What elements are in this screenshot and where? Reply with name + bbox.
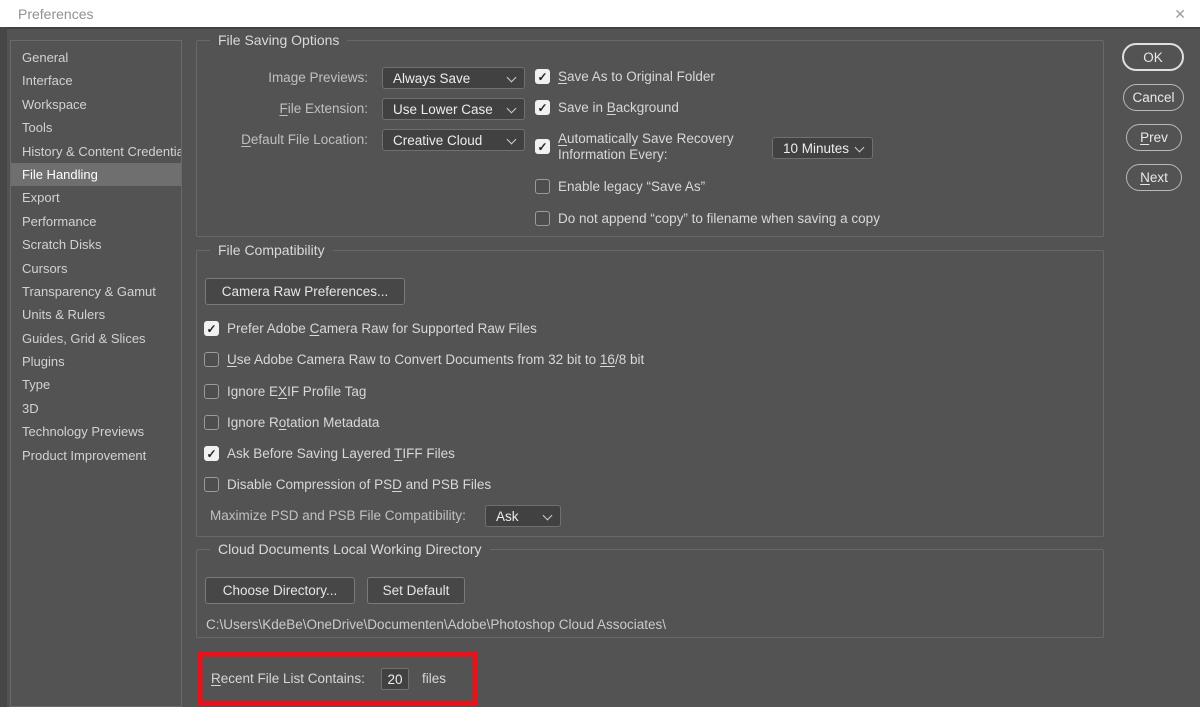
default-file-location-value: Creative Cloud bbox=[393, 132, 483, 148]
chevron-down-icon bbox=[506, 134, 517, 145]
checkbox-label: Save As to Original Folder bbox=[558, 69, 715, 84]
dialog-title: Preferences bbox=[18, 5, 94, 22]
sidebar-item-export[interactable]: Export bbox=[11, 186, 181, 209]
checkbox-box[interactable] bbox=[204, 352, 219, 368]
file-extension-select[interactable]: Use Lower Case bbox=[382, 98, 525, 120]
checkbox-save-in-background[interactable]: Save in Background bbox=[535, 100, 679, 116]
cloud-directory-path: C:\Users\KdeBe\OneDrive\Documenten\Adobe… bbox=[206, 617, 667, 632]
camera-raw-preferences-button[interactable]: Camera Raw Preferences... bbox=[205, 278, 405, 305]
chevron-down-icon bbox=[506, 103, 517, 114]
checkbox-label: Ignore EXIF Profile Tag bbox=[227, 384, 367, 399]
cloud-documents-legend: Cloud Documents Local Working Directory bbox=[210, 541, 490, 557]
choose-directory-button[interactable]: Choose Directory... bbox=[205, 577, 355, 604]
checkbox-box[interactable] bbox=[204, 321, 219, 337]
sidebar-item-product-improvement[interactable]: Product Improvement bbox=[11, 444, 181, 467]
checkbox-disable-compression-psd[interactable]: Disable Compression of PSD and PSB Files bbox=[204, 477, 491, 493]
sidebar-item-file-handling[interactable]: File Handling bbox=[11, 162, 181, 187]
file-saving-options-legend: File Saving Options bbox=[210, 32, 348, 48]
prev-button[interactable]: Prev bbox=[1126, 124, 1182, 151]
checkbox-label: Enable legacy “Save As” bbox=[558, 179, 706, 194]
default-file-location-select[interactable]: Creative Cloud bbox=[382, 129, 525, 151]
checkbox-auto-save-recovery[interactable]: Automatically Save Recovery Information … bbox=[535, 131, 767, 162]
maximize-psd-compatibility-value: Ask bbox=[496, 508, 519, 524]
chevron-down-icon bbox=[542, 510, 553, 521]
sidebar-item-technology-previews[interactable]: Technology Previews bbox=[11, 420, 181, 443]
file-extension-value: Use Lower Case bbox=[393, 101, 493, 117]
checkbox-box[interactable] bbox=[535, 139, 550, 154]
title-bar: Preferences ✕ bbox=[0, 0, 1200, 27]
sidebar-item-scratch-disks[interactable]: Scratch Disks bbox=[11, 233, 181, 256]
checkbox-use-camera-raw-convert[interactable]: Use Adobe Camera Raw to Convert Document… bbox=[204, 352, 644, 368]
window-left-edge bbox=[0, 27, 7, 707]
checkbox-prefer-adobe-camera-raw[interactable]: Prefer Adobe Camera Raw for Supported Ra… bbox=[204, 321, 537, 337]
preferences-sidebar: General Interface Workspace Tools Histor… bbox=[10, 40, 182, 707]
checkbox-label: Use Adobe Camera Raw to Convert Document… bbox=[227, 352, 645, 367]
checkbox-ignore-exif-profile-tag[interactable]: Ignore EXIF Profile Tag bbox=[204, 384, 366, 400]
checkbox-box[interactable] bbox=[204, 415, 219, 431]
checkbox-box[interactable] bbox=[535, 179, 550, 195]
sidebar-item-3d[interactable]: 3D bbox=[11, 397, 181, 420]
sidebar-item-transparency-gamut[interactable]: Transparency & Gamut bbox=[11, 280, 181, 303]
sidebar-item-workspace[interactable]: Workspace bbox=[11, 93, 181, 116]
close-icon[interactable]: ✕ bbox=[1174, 7, 1186, 21]
file-extension-label: File Extension: bbox=[279, 101, 368, 116]
checkbox-box[interactable] bbox=[535, 100, 550, 116]
checkbox-enable-legacy-save-as[interactable]: Enable legacy “Save As” bbox=[535, 179, 705, 195]
checkbox-do-not-append-copy[interactable]: Do not append “copy” to filename when sa… bbox=[535, 211, 880, 227]
checkbox-label: Prefer Adobe Camera Raw for Supported Ra… bbox=[227, 321, 537, 336]
maximize-psd-compatibility-select[interactable]: Ask bbox=[485, 505, 561, 527]
next-button[interactable]: Next bbox=[1126, 164, 1182, 191]
sidebar-item-plugins[interactable]: Plugins bbox=[11, 350, 181, 373]
checkbox-box[interactable] bbox=[535, 69, 550, 85]
checkbox-label: Ignore Rotation Metadata bbox=[227, 415, 380, 430]
sidebar-item-tools[interactable]: Tools bbox=[11, 116, 181, 139]
image-previews-select[interactable]: Always Save bbox=[382, 67, 525, 89]
checkbox-label: Disable Compression of PSD and PSB Files bbox=[227, 477, 492, 492]
chevron-down-icon bbox=[506, 72, 517, 83]
sidebar-item-history-content-credentials[interactable]: History & Content Credentials bbox=[11, 140, 181, 163]
sidebar-item-general[interactable]: General bbox=[11, 46, 181, 69]
sidebar-item-units-rulers[interactable]: Units & Rulers bbox=[11, 303, 181, 326]
red-highlight-annotation bbox=[198, 652, 478, 706]
checkbox-box[interactable] bbox=[535, 211, 550, 227]
image-previews-value: Always Save bbox=[393, 70, 471, 86]
maximize-psd-compatibility-label: Maximize PSD and PSB File Compatibility: bbox=[210, 508, 466, 523]
checkbox-label: Save in Background bbox=[558, 100, 679, 115]
cancel-button[interactable]: Cancel bbox=[1123, 84, 1184, 111]
sidebar-item-interface[interactable]: Interface bbox=[11, 69, 181, 92]
checkbox-label: Do not append “copy” to filename when sa… bbox=[558, 211, 880, 226]
auto-save-interval-select[interactable]: 10 Minutes bbox=[772, 137, 873, 159]
sidebar-item-performance[interactable]: Performance bbox=[11, 210, 181, 233]
set-default-button[interactable]: Set Default bbox=[367, 577, 465, 604]
file-compatibility-legend: File Compatibility bbox=[210, 242, 333, 258]
checkbox-box[interactable] bbox=[204, 446, 219, 462]
sidebar-item-guides-grid-slices[interactable]: Guides, Grid & Slices bbox=[11, 327, 181, 350]
checkbox-save-as-original-folder[interactable]: Save As to Original Folder bbox=[535, 69, 715, 85]
image-previews-label: Image Previews: bbox=[268, 70, 368, 85]
auto-save-interval-value: 10 Minutes bbox=[783, 140, 850, 156]
checkbox-label: Automatically Save Recovery Information … bbox=[558, 131, 734, 162]
sidebar-item-cursors[interactable]: Cursors bbox=[11, 257, 181, 280]
preferences-dialog: Preferences ✕ General Interface Workspac… bbox=[0, 0, 1200, 707]
chevron-down-icon bbox=[854, 142, 865, 153]
checkbox-box[interactable] bbox=[204, 477, 219, 493]
ok-button[interactable]: OK bbox=[1122, 43, 1184, 71]
sidebar-item-type[interactable]: Type bbox=[11, 373, 181, 396]
checkbox-ask-before-saving-tiff[interactable]: Ask Before Saving Layered TIFF Files bbox=[204, 446, 455, 462]
checkbox-ignore-rotation-metadata[interactable]: Ignore Rotation Metadata bbox=[204, 415, 379, 431]
checkbox-label: Ask Before Saving Layered TIFF Files bbox=[227, 446, 455, 461]
default-file-location-label: Default File Location: bbox=[241, 132, 368, 147]
checkbox-box[interactable] bbox=[204, 384, 219, 400]
